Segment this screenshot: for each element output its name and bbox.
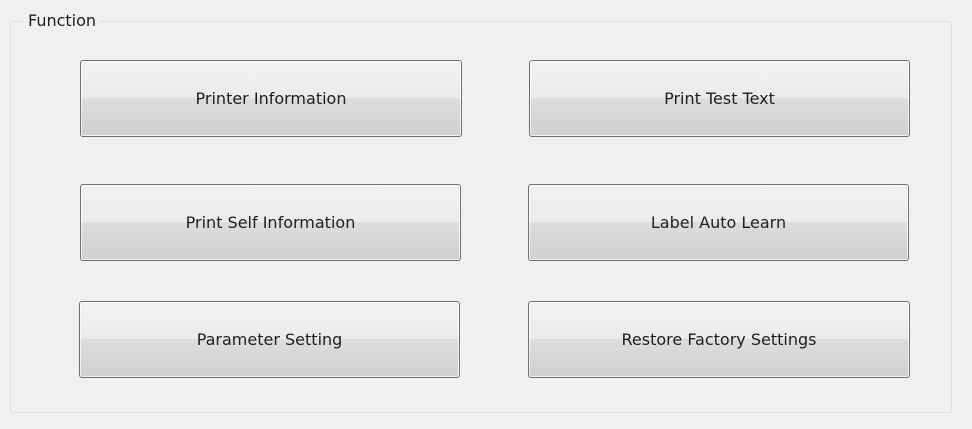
- label-auto-learn-label: Label Auto Learn: [650, 213, 787, 232]
- print-test-text-label: Print Test Text: [664, 89, 775, 108]
- label-auto-learn-button[interactable]: Label Auto Learn: [528, 184, 909, 261]
- function-panel: Function Printer Information Print Test …: [0, 0, 972, 429]
- parameter-setting-label: Parameter Setting: [196, 330, 343, 349]
- printer-information-button[interactable]: Printer Information: [80, 60, 462, 137]
- groupbox-title: Function: [24, 10, 101, 32]
- print-self-information-button[interactable]: Print Self Information: [80, 184, 461, 261]
- restore-factory-settings-button[interactable]: Restore Factory Settings: [528, 301, 910, 378]
- parameter-setting-button[interactable]: Parameter Setting: [79, 301, 460, 378]
- printer-information-label: Printer Information: [195, 89, 347, 108]
- print-self-information-label: Print Self Information: [185, 213, 356, 232]
- restore-factory-settings-label: Restore Factory Settings: [621, 330, 817, 349]
- print-test-text-button[interactable]: Print Test Text: [529, 60, 910, 137]
